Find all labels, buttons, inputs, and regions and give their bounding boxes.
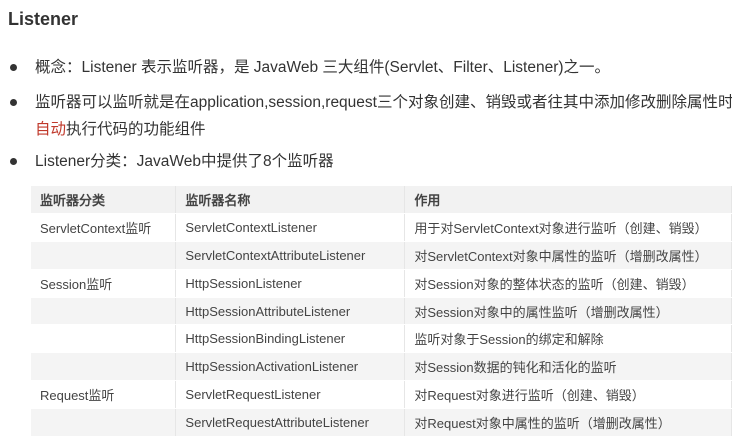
bullet-text-part: 执行代码的功能组件 [66, 121, 206, 138]
header-purpose: 作用 [404, 186, 732, 215]
category-cell: Session监听 [31, 269, 177, 298]
bullet-text-part: 监听器可以监听就是在application,session,request三个对… [35, 94, 732, 111]
table-row: HttpSessionAttributeListener 对Session对象中的… [31, 297, 732, 326]
category-cell [31, 352, 177, 382]
page-title: Listener [8, 9, 79, 29]
header-name: 监听器名称 [175, 186, 406, 215]
purpose-cell: 用于对ServletContext对象进行监听（创建、销毁） [404, 213, 732, 243]
bullet-description: 监听器可以监听就是在application,session,request三个对… [10, 89, 732, 143]
purpose-cell: 对Session对象中的属性监听（增删改属性） [404, 297, 732, 326]
bullet-text: 概念：Listener 表示监听器，是 JavaWeb 三大组件(Servlet… [35, 59, 611, 76]
table-row: HttpSessionBindingListener 监听对象于Session的绑… [31, 324, 732, 354]
table-row: Session监听 HttpSessionListener 对Session对象的整… [31, 269, 732, 298]
table-row: ServletContextAttributeListener 对ServletC… [31, 241, 732, 270]
bullet-classification: Listener分类：JavaWeb中提供了8个监听器 [10, 148, 732, 175]
category-cell [31, 408, 177, 437]
name-cell: ServletRequestListener [175, 380, 406, 409]
table-row: Request监听 ServletRequestListener 对Request对… [31, 380, 732, 409]
category-cell [31, 297, 177, 326]
name-cell: ServletRequestAttributeListener [175, 408, 406, 437]
table-row: ServletContext监听 ServletContextListener 用于… [31, 213, 732, 243]
purpose-cell: 监听对象于Session的绑定和解除 [404, 324, 732, 354]
purpose-cell: 对Request对象进行监听（创建、销毁） [404, 380, 732, 409]
bullet-dot-icon [10, 99, 17, 106]
purpose-cell: 对Request对象中属性的监听（增删改属性） [404, 408, 732, 437]
category-cell: ServletContext监听 [31, 213, 177, 243]
category-cell: Request监听 [31, 380, 177, 409]
table-row: ServletRequestAttributeListener 对Request对… [31, 408, 732, 437]
table-row: HttpSessionActivationListener 对Session数据的… [31, 352, 732, 382]
purpose-cell: 对ServletContext对象中属性的监听（增删改属性） [404, 241, 732, 270]
highlight-text: 自动 [35, 121, 67, 138]
bullet-text: Listener分类：JavaWeb中提供了8个监听器 [35, 153, 334, 170]
name-cell: HttpSessionListener [175, 269, 406, 298]
bullet-dot-icon [10, 64, 17, 71]
bullet-text: 监听器可以监听就是在application,session,request三个对… [35, 89, 732, 143]
table-header-row: 监听器分类 监听器名称 作用 [31, 186, 732, 215]
name-cell: HttpSessionActivationListener [175, 352, 406, 382]
purpose-cell: 对Session数据的钝化和活化的监听 [404, 352, 732, 382]
header-category: 监听器分类 [31, 186, 177, 215]
name-cell: ServletContextListener [175, 213, 406, 243]
category-cell [31, 324, 177, 354]
name-cell: HttpSessionAttributeListener [175, 297, 406, 326]
bullet-concept: 概念：Listener 表示监听器，是 JavaWeb 三大组件(Servlet… [10, 54, 732, 81]
category-cell [31, 241, 177, 270]
name-cell: HttpSessionBindingListener [175, 324, 406, 354]
listener-table: 监听器分类 监听器名称 作用 ServletContext监听 ServletCo… [31, 186, 732, 437]
name-cell: ServletContextAttributeListener [175, 241, 406, 270]
bullet-dot-icon [10, 158, 17, 165]
purpose-cell: 对Session对象的整体状态的监听（创建、销毁） [404, 269, 732, 298]
